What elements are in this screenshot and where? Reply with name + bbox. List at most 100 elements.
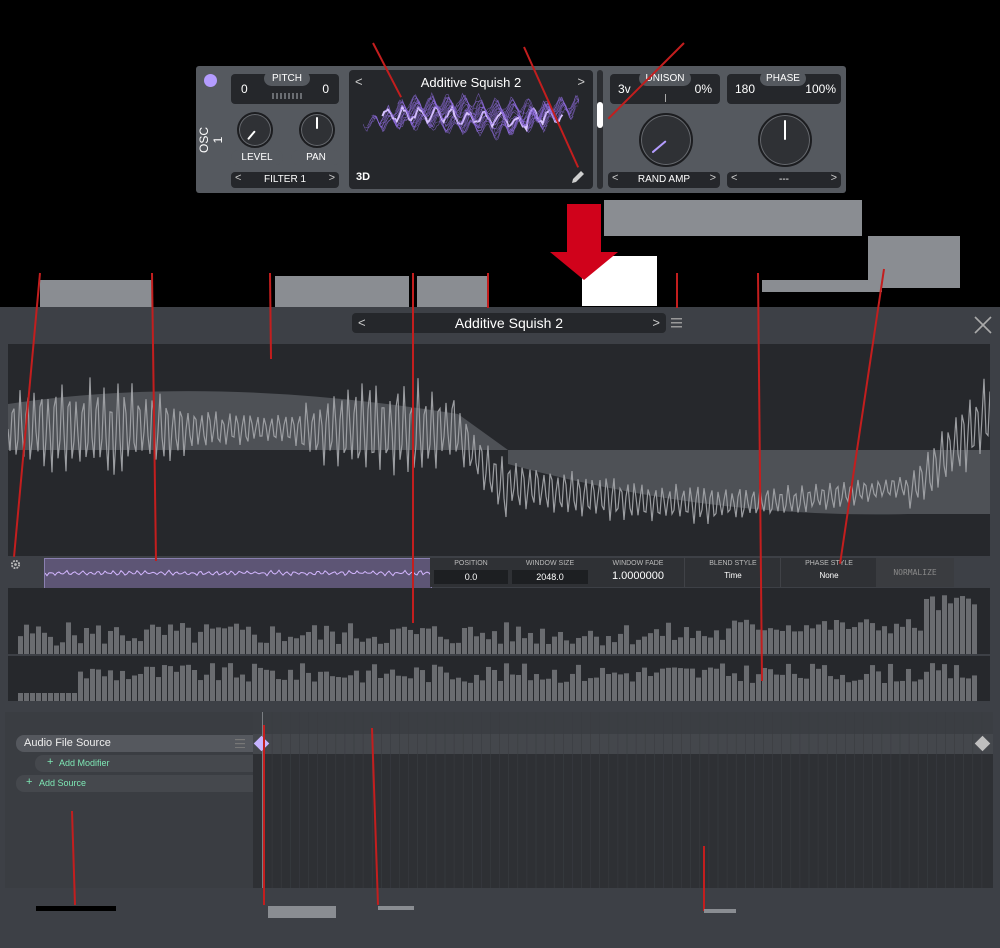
pan-knob[interactable] [299, 112, 335, 148]
bar [168, 624, 173, 654]
editor-next-button[interactable]: > [652, 315, 660, 330]
bar [666, 622, 671, 654]
pitch-semitone-value[interactable]: 0 [322, 82, 329, 96]
bar [654, 672, 659, 701]
amplitude-bars-panel[interactable] [8, 588, 990, 654]
bar [258, 642, 263, 654]
audio-file-source-item[interactable]: Audio File Source [16, 735, 253, 752]
bar [180, 665, 185, 701]
bar [864, 619, 869, 654]
bar [102, 643, 107, 654]
bar [528, 632, 533, 654]
view-mode-label[interactable]: 3D [356, 171, 370, 183]
level-knob[interactable] [237, 112, 273, 148]
bar [30, 693, 35, 701]
bar [150, 666, 155, 701]
bar [846, 628, 851, 654]
drag-handle-icon[interactable] [235, 739, 245, 748]
bar [132, 675, 137, 701]
bar [144, 629, 149, 654]
bar [90, 668, 95, 701]
add-source-button[interactable]: + Add Source [16, 775, 253, 792]
normalize-button[interactable]: NORMALIZE [876, 558, 954, 587]
bar [738, 681, 743, 701]
bar [78, 671, 83, 701]
bar [288, 669, 293, 701]
bar [114, 627, 119, 654]
bar [726, 628, 731, 654]
bar [606, 674, 611, 701]
unison-voices[interactable]: 3v [618, 82, 631, 96]
unison-amount[interactable]: 0% [695, 82, 712, 96]
plus-icon: + [26, 776, 33, 788]
bar [360, 682, 365, 701]
blend-style-dropdown[interactable]: Time [685, 571, 781, 580]
callout-bar [378, 906, 414, 910]
wavetable-display[interactable]: < Additive Squish 2 > 3D [349, 70, 593, 189]
rand-amp-selector[interactable]: < RAND AMP > [608, 172, 720, 188]
phase-mode-selector[interactable]: < --- > [727, 172, 841, 188]
gear-icon[interactable] [10, 559, 21, 570]
bar [798, 631, 803, 654]
phase-amount[interactable]: 100% [805, 82, 836, 96]
filter-selector[interactable]: < FILTER 1 > [231, 172, 339, 188]
bar [630, 644, 635, 654]
bar [786, 625, 791, 654]
bar [858, 622, 863, 654]
bar [108, 630, 113, 654]
bar [660, 668, 665, 701]
add-modifier-button[interactable]: + Add Modifier [35, 755, 253, 772]
pitch-octave-value[interactable]: 0 [241, 82, 248, 96]
editor-title-bar[interactable]: < Additive Squish 2 > [352, 313, 666, 333]
bar [852, 627, 857, 654]
bar [942, 664, 947, 701]
phase-bars-panel[interactable] [8, 656, 990, 701]
osc-power-toggle[interactable] [204, 74, 217, 87]
editor-title[interactable]: Additive Squish 2 [352, 315, 666, 331]
phase-style-dropdown[interactable]: None [781, 571, 877, 580]
bar [822, 665, 827, 701]
bar [204, 624, 209, 654]
pencil-icon[interactable] [570, 169, 586, 185]
menu-icon[interactable] [670, 317, 684, 329]
bar [354, 670, 359, 701]
position-field[interactable]: 0.0 [434, 570, 508, 584]
phase-label: PHASE [760, 71, 806, 86]
bar [126, 679, 131, 701]
filter-next-button[interactable]: > [329, 172, 335, 184]
amplitude-bars[interactable] [8, 588, 990, 654]
bar [708, 637, 713, 654]
bar [636, 672, 641, 701]
bar [462, 681, 467, 701]
bar [720, 663, 725, 701]
phase-bars[interactable] [8, 656, 990, 701]
rand-amp-next-button[interactable]: > [710, 172, 716, 184]
bar [708, 667, 713, 701]
window-fade-field[interactable]: 1.0000000 [592, 570, 684, 582]
wavetable-editor: < Additive Squish 2 > POSITION 0.0 WINDO… [0, 307, 1000, 948]
timeline-panel[interactable] [253, 712, 993, 888]
bar [174, 630, 179, 654]
bar [96, 625, 101, 654]
corner-wedge [948, 892, 1000, 948]
bar [858, 679, 863, 701]
close-icon[interactable] [973, 315, 993, 335]
wavetable-name[interactable]: Additive Squish 2 [349, 75, 593, 90]
bar [408, 629, 413, 654]
rand-amp-knob[interactable] [639, 113, 693, 167]
panel-scroll-track[interactable] [597, 70, 603, 189]
window-preview[interactable] [44, 558, 432, 589]
window-size-param: WINDOW SIZE 2048.0 [510, 558, 590, 587]
phase-degrees[interactable]: 180 [735, 82, 755, 96]
wavetable-next-button[interactable]: > [577, 74, 585, 89]
bar [120, 635, 125, 654]
phase-style-param: PHASE STYLE None [780, 558, 877, 587]
bar [444, 639, 449, 654]
bar [912, 627, 917, 654]
bar [828, 676, 833, 701]
panel-scroll-thumb[interactable] [597, 102, 603, 128]
bar [588, 678, 593, 701]
phase-knob[interactable] [758, 113, 812, 167]
phase-mode-next-button[interactable]: > [831, 172, 837, 184]
window-size-field[interactable]: 2048.0 [512, 570, 588, 584]
